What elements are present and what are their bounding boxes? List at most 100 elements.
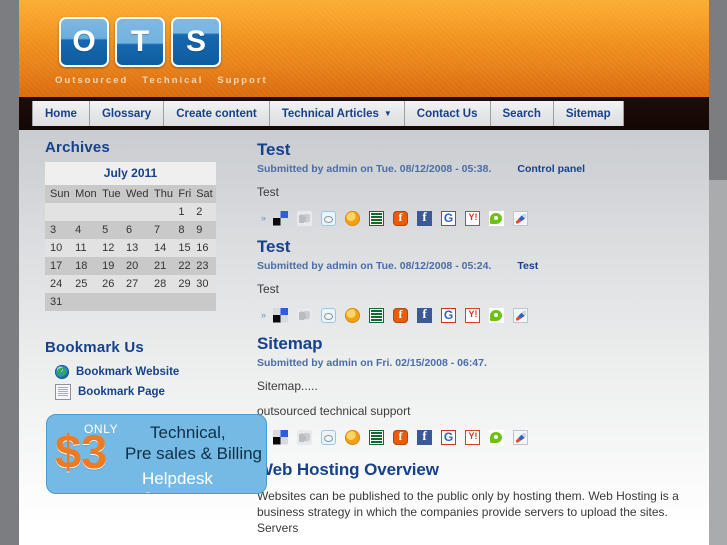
newsvine-icon[interactable] xyxy=(369,307,385,323)
friendfeed-icon[interactable] xyxy=(393,210,409,226)
yahoo-icon[interactable] xyxy=(465,307,481,323)
calendar-day[interactable]: 11 xyxy=(73,239,101,257)
google-icon[interactable] xyxy=(441,210,457,226)
article-title[interactable]: Sitemap xyxy=(257,334,695,354)
article-title[interactable]: Test xyxy=(257,237,695,257)
calendar-day[interactable]: 23 xyxy=(194,257,216,275)
rocket-icon[interactable] xyxy=(513,429,529,445)
nav-item-technical-articles[interactable]: Technical Articles ▼ xyxy=(269,101,405,126)
yahoo-icon[interactable] xyxy=(465,210,481,226)
calendar-day[interactable] xyxy=(124,203,153,221)
calendar-day[interactable] xyxy=(194,293,216,311)
rocket-icon[interactable] xyxy=(513,210,529,226)
calendar-day[interactable]: 24 xyxy=(45,275,74,293)
google-icon[interactable] xyxy=(441,307,457,323)
promo-line-1: Technical, xyxy=(150,423,226,442)
calendar-day[interactable]: 1 xyxy=(176,203,195,221)
article-title[interactable]: Test xyxy=(257,140,695,160)
calendar-day[interactable]: 6 xyxy=(124,221,153,239)
site-logo[interactable]: O T S xyxy=(59,17,221,67)
calendar-day[interactable]: 2 xyxy=(194,203,216,221)
stumbleupon-icon[interactable] xyxy=(297,429,313,445)
friendfeed-icon[interactable] xyxy=(393,307,409,323)
calendar-day[interactable] xyxy=(73,293,101,311)
list-item[interactable]: Bookmark Page xyxy=(45,382,248,402)
newsvine-icon[interactable] xyxy=(369,429,385,445)
calendar-day[interactable]: 4 xyxy=(73,221,101,239)
stumbleupon-icon[interactable] xyxy=(297,210,313,226)
rocket-icon[interactable] xyxy=(513,307,529,323)
calendar-day[interactable]: 27 xyxy=(124,275,153,293)
calendar-day[interactable]: 8 xyxy=(176,221,195,239)
mixx-icon[interactable] xyxy=(345,210,361,226)
calendar-day[interactable] xyxy=(152,203,177,221)
friendfeed-icon[interactable] xyxy=(393,429,409,445)
calendar-day[interactable] xyxy=(124,293,153,311)
calendar-day[interactable]: 25 xyxy=(73,275,101,293)
calendar-day[interactable]: 14 xyxy=(152,239,177,257)
bookmark-website-link[interactable]: Bookmark Website xyxy=(76,366,179,378)
calendar-day[interactable]: 22 xyxy=(176,257,195,275)
calendar-day[interactable]: 17 xyxy=(45,257,74,275)
reddit-icon[interactable] xyxy=(321,210,337,226)
calendar-day[interactable] xyxy=(176,293,195,311)
promo-banner[interactable]: ONLY $3 Technical, Pre sales & Billing H… xyxy=(46,414,267,494)
calendar-day[interactable]: 28 xyxy=(152,275,177,293)
calendar-weekday: Fri xyxy=(176,185,195,203)
social-bullet: » xyxy=(261,213,267,223)
calendar-day[interactable]: 5 xyxy=(100,221,125,239)
calendar-day[interactable]: 7 xyxy=(152,221,177,239)
calendar-day[interactable]: 9 xyxy=(194,221,216,239)
calendar-day[interactable]: 31 xyxy=(45,293,74,311)
reddit-icon[interactable] xyxy=(321,429,337,445)
calendar-day[interactable]: 29 xyxy=(176,275,195,293)
calendar-day[interactable] xyxy=(100,203,125,221)
page-gutter-left xyxy=(0,0,19,545)
nav-item-contact-us[interactable]: Contact Us xyxy=(404,101,491,126)
nav-item-home[interactable]: Home xyxy=(32,101,90,126)
calendar-day[interactable]: 13 xyxy=(124,239,153,257)
calendar-day[interactable]: 18 xyxy=(73,257,101,275)
calendar-day[interactable]: 26 xyxy=(100,275,125,293)
article-meta-link[interactable]: Control panel xyxy=(517,163,585,175)
calendar-day[interactable]: 16 xyxy=(194,239,216,257)
facebook-icon[interactable] xyxy=(417,428,433,445)
article-meta-link[interactable]: Test xyxy=(517,260,538,272)
stumbleupon-icon[interactable] xyxy=(297,307,313,323)
nav-item-search[interactable]: Search xyxy=(490,101,554,126)
calendar-day[interactable]: 30 xyxy=(194,275,216,293)
article-title[interactable]: Web Hosting Overview xyxy=(257,460,695,480)
delicious-icon[interactable] xyxy=(273,307,289,323)
newsvine-icon[interactable] xyxy=(369,210,385,226)
nav-item-create-content[interactable]: Create content xyxy=(164,101,270,126)
mixx-icon[interactable] xyxy=(345,429,361,445)
delicious-icon[interactable] xyxy=(273,429,289,445)
facebook-icon[interactable] xyxy=(417,209,433,226)
technorati-icon[interactable] xyxy=(489,210,505,226)
reddit-icon[interactable] xyxy=(321,307,337,323)
calendar-day[interactable]: 12 xyxy=(100,239,125,257)
nav-item-sitemap[interactable]: Sitemap xyxy=(553,101,624,126)
calendar-day[interactable] xyxy=(45,203,74,221)
facebook-icon[interactable] xyxy=(417,306,433,323)
calendar-day[interactable] xyxy=(100,293,125,311)
nav-label: Sitemap xyxy=(565,107,611,120)
calendar-day[interactable]: 3 xyxy=(45,221,74,239)
delicious-icon[interactable] xyxy=(273,210,289,226)
calendar-day[interactable]: 21 xyxy=(152,257,177,275)
yahoo-icon[interactable] xyxy=(465,429,481,445)
calendar-day[interactable] xyxy=(152,293,177,311)
technorati-icon[interactable] xyxy=(489,429,505,445)
calendar-day[interactable]: 19 xyxy=(100,257,125,275)
calendar-day[interactable] xyxy=(73,203,101,221)
google-icon[interactable] xyxy=(441,429,457,445)
calendar-day[interactable]: 20 xyxy=(124,257,153,275)
mixx-icon[interactable] xyxy=(345,307,361,323)
calendar-day[interactable]: 15 xyxy=(176,239,195,257)
bookmark-page-link[interactable]: Bookmark Page xyxy=(78,386,165,398)
calendar-day[interactable]: 10 xyxy=(45,239,74,257)
list-item[interactable]: Bookmark Website xyxy=(45,362,248,382)
technorati-icon[interactable] xyxy=(489,307,505,323)
nav-item-glossary[interactable]: Glossary xyxy=(89,101,165,126)
article-submitted-text: Submitted by admin on Tue. 08/12/2008 - … xyxy=(257,260,492,272)
